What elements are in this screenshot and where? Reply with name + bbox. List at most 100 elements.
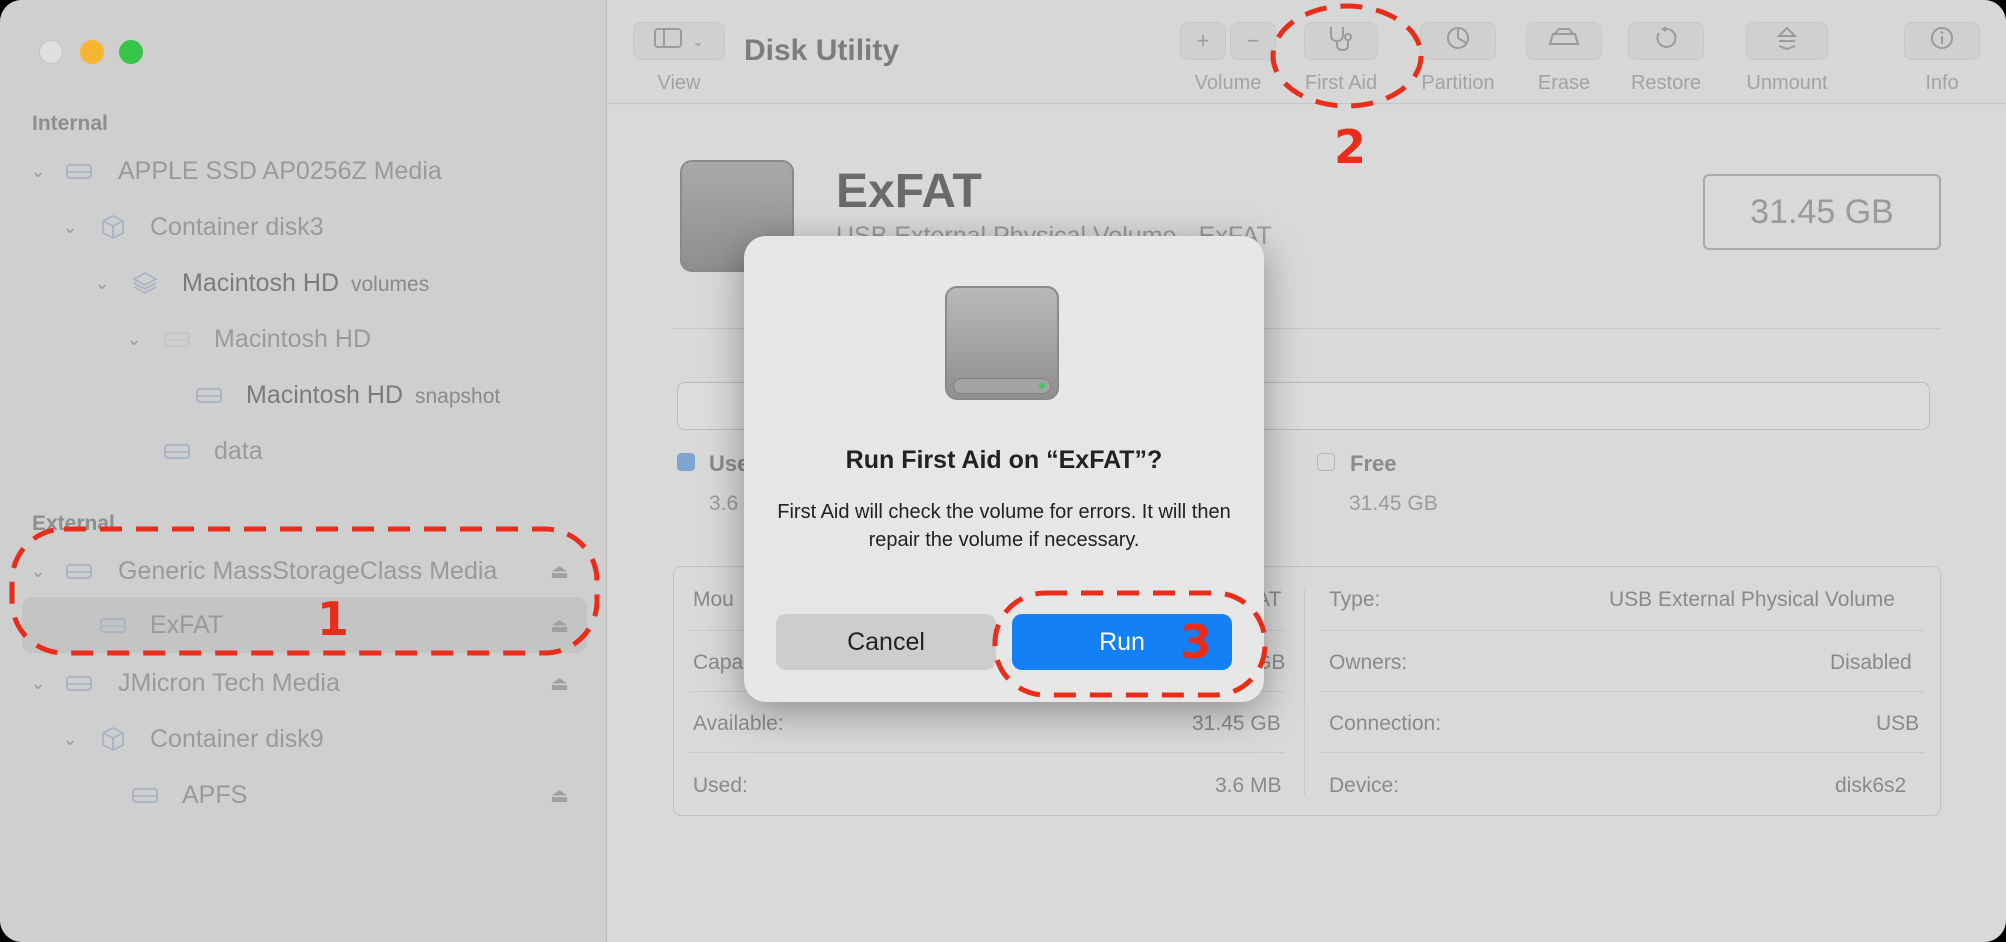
info-available-value: 31.45 GB — [1192, 712, 1281, 735]
chevron-down-icon[interactable]: ⌄ — [27, 161, 49, 182]
info-type-label: Type: — [1329, 588, 1381, 611]
info-capacity-label: Capa — [693, 651, 744, 674]
eraser-icon — [1547, 26, 1581, 56]
sidebar-item-macintosh-hd-volumes[interactable]: ⌄ Macintosh HD volumes — [0, 257, 607, 309]
view-button[interactable]: ⌄ — [633, 22, 725, 60]
annotation-number-3: 3 — [1180, 615, 1213, 669]
disk-icon — [194, 382, 224, 408]
erase-label: Erase — [1537, 72, 1591, 94]
chevron-down-icon[interactable]: ⌄ — [27, 673, 49, 694]
dialog-title: Run First Aid on “ExFAT”? — [845, 446, 1163, 474]
restore-label: Restore — [1630, 72, 1702, 94]
sidebar-item-generic-mass-storage[interactable]: ⌄ Generic MassStorageClass Media ⏏ — [0, 545, 607, 597]
sidebar-item-data[interactable]: data — [0, 425, 607, 477]
free-legend-value: 31.45 GB — [1349, 492, 1438, 515]
chevron-down-icon[interactable]: ⌄ — [91, 273, 113, 294]
sidebar-item-label: Macintosh HD — [246, 380, 403, 409]
sidebar-toggle-icon — [654, 27, 684, 55]
sidebar-item-label: APPLE SSD AP0256Z Media — [118, 156, 442, 185]
unmount-icon — [1774, 25, 1800, 57]
container-icon — [98, 214, 128, 240]
sidebar-item-jmicron[interactable]: ⌄ JMicron Tech Media ⏏ — [0, 657, 607, 709]
plus-icon: + — [1196, 28, 1210, 53]
eject-icon[interactable]: ⏏ — [550, 783, 569, 808]
pie-chart-icon — [1445, 25, 1471, 57]
free-legend-swatch — [1317, 453, 1335, 471]
sidebar-item-macintosh-hd[interactable]: ⌄ Macintosh HD — [0, 313, 607, 365]
sidebar-item-sublabel: snapshot — [415, 384, 501, 408]
chevron-down-icon[interactable]: ⌄ — [59, 217, 81, 238]
disk-icon — [162, 326, 192, 352]
sidebar-item-label: data — [214, 436, 263, 465]
row-divider — [1320, 752, 1924, 753]
disk-icon — [130, 782, 160, 808]
row-divider — [690, 752, 1285, 753]
eject-icon[interactable]: ⏏ — [550, 559, 569, 584]
section-external-label: External — [32, 512, 115, 535]
used-legend-value: 3.6 — [709, 492, 739, 515]
volume-size: 31.45 GB — [1703, 174, 1941, 250]
info-button[interactable] — [1904, 22, 1980, 60]
sidebar-item-label: Container disk3 — [150, 212, 324, 241]
layers-icon — [130, 270, 160, 296]
stethoscope-icon — [1326, 24, 1356, 58]
external-drive-icon — [945, 286, 1059, 400]
unmount-label: Unmount — [1746, 72, 1828, 94]
chevron-down-icon[interactable]: ⌄ — [123, 329, 145, 350]
sidebar-item-sublabel: volumes — [351, 272, 430, 296]
disk-utility-window: Internal ⌄ APPLE SSD AP0256Z Media ⌄ Con… — [0, 0, 2006, 942]
first-aid-button[interactable] — [1304, 22, 1378, 60]
container-icon — [98, 726, 128, 752]
partition-label: Partition — [1421, 72, 1495, 94]
column-divider — [1304, 589, 1305, 795]
remove-volume-button[interactable]: − — [1230, 22, 1276, 60]
sidebar-item-macintosh-hd-snapshot[interactable]: Macintosh HD snapshot — [0, 369, 607, 421]
annotation-number-2: 2 — [1334, 120, 1367, 174]
sidebar-item-apfs[interactable]: APFS ⏏ — [0, 769, 607, 821]
cancel-button[interactable]: Cancel — [776, 614, 996, 670]
info-label: Info — [1925, 72, 1959, 94]
sidebar-item-label: Macintosh HD — [214, 324, 371, 353]
chevron-down-icon[interactable]: ⌄ — [59, 729, 81, 750]
info-type-value: USB External Physical Volume — [1609, 588, 1895, 611]
disk-icon — [64, 670, 94, 696]
sidebar-item-apple-ssd[interactable]: ⌄ APPLE SSD AP0256Z Media — [0, 145, 607, 197]
info-available-label: Available: — [693, 712, 784, 735]
sidebar-item-label: ExFAT — [150, 610, 224, 639]
sidebar-item-container-disk3[interactable]: ⌄ Container disk3 — [0, 201, 607, 253]
disk-icon — [162, 438, 192, 464]
info-used-label: Used: — [693, 774, 748, 797]
sidebar-item-exfat[interactable]: ExFAT ⏏ — [0, 599, 607, 651]
app-title: Disk Utility — [744, 34, 900, 67]
free-legend-label: Free — [1350, 451, 1397, 476]
info-connection-value: USB — [1876, 712, 1920, 735]
sidebar-item-label: Macintosh HD — [182, 268, 339, 297]
sidebar-item-container-disk9[interactable]: ⌄ Container disk9 — [0, 713, 607, 765]
sidebar: Internal ⌄ APPLE SSD AP0256Z Media ⌄ Con… — [0, 0, 607, 942]
disk-icon — [64, 158, 94, 184]
partition-button[interactable] — [1420, 22, 1496, 60]
close-window-button[interactable] — [39, 40, 63, 64]
used-legend-swatch — [677, 453, 695, 471]
restore-button[interactable] — [1628, 22, 1704, 60]
volume-name: ExFAT — [836, 165, 982, 218]
add-volume-button[interactable]: + — [1180, 22, 1226, 60]
section-internal-label: Internal — [32, 112, 108, 135]
view-label: View — [657, 72, 701, 94]
sidebar-item-label: JMicron Tech Media — [118, 668, 340, 697]
minus-icon: − — [1246, 28, 1260, 53]
minimize-window-button[interactable] — [80, 40, 104, 64]
erase-button[interactable] — [1526, 22, 1602, 60]
info-owners-label: Owners: — [1329, 651, 1408, 674]
unmount-button[interactable] — [1746, 22, 1828, 60]
chevron-down-icon: ⌄ — [692, 32, 704, 49]
chevron-down-icon[interactable]: ⌄ — [27, 561, 49, 582]
eject-icon[interactable]: ⏏ — [550, 613, 569, 638]
row-divider — [1320, 691, 1924, 692]
eject-icon[interactable]: ⏏ — [550, 671, 569, 696]
zoom-window-button[interactable] — [119, 40, 143, 64]
info-device-label: Device: — [1329, 774, 1400, 797]
row-divider — [1320, 630, 1924, 631]
annotation-number-1: 1 — [317, 592, 350, 646]
info-owners-value: Disabled — [1830, 651, 1912, 674]
